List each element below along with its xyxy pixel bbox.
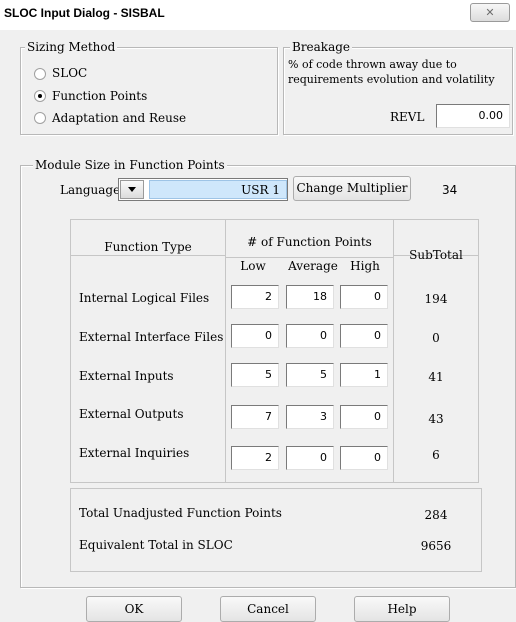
- module-size-legend: Module Size in Function Points: [33, 158, 227, 172]
- high-input-internal-logical-files[interactable]: 0: [340, 285, 388, 309]
- language-label: Language: [60, 183, 121, 197]
- low-input-external-inputs[interactable]: 5: [231, 363, 279, 387]
- average-input-external-inputs[interactable]: 5: [286, 363, 334, 387]
- sloc-total-label: Equivalent Total in SLOC: [79, 538, 233, 552]
- language-dropdown[interactable]: USR 1: [118, 178, 288, 201]
- ok-button[interactable]: OK: [86, 596, 182, 622]
- language-value: USR 1: [241, 183, 280, 197]
- low-input-external-outputs[interactable]: 7: [231, 405, 279, 429]
- average-input-external-inquiries[interactable]: 0: [286, 446, 334, 470]
- totals-box: [70, 488, 482, 572]
- high-input-external-interface-files[interactable]: 0: [340, 324, 388, 348]
- radio-adaptation-reuse[interactable]: [34, 112, 46, 124]
- row-name-external-inquiries: External Inquiries: [79, 446, 190, 460]
- window-title: SLOC Input Dialog - SISBAL: [4, 6, 165, 20]
- revl-input[interactable]: 0.00: [436, 104, 510, 128]
- multiplier-value: 34: [442, 183, 458, 197]
- high-input-external-inputs[interactable]: 1: [340, 363, 388, 387]
- header-subtotal: SubTotal: [409, 248, 463, 262]
- row-name-external-interface-files: External Interface Files: [79, 330, 224, 344]
- breakage-description-line2: requirements evolution and volatility: [288, 73, 495, 86]
- row-name-external-inputs: External Inputs: [79, 369, 174, 383]
- language-value-field: USR 1: [149, 180, 287, 199]
- average-input-internal-logical-files[interactable]: 18: [286, 285, 334, 309]
- table-col-sep-1: [225, 220, 226, 482]
- high-input-external-inquiries[interactable]: 0: [340, 446, 388, 470]
- table-header-separator: [71, 255, 226, 256]
- help-button[interactable]: Help: [354, 596, 450, 622]
- row-name-external-outputs: External Outputs: [79, 407, 184, 421]
- close-button[interactable]: ✕: [470, 3, 510, 22]
- header-high: High: [350, 259, 380, 273]
- header-low: Low: [240, 259, 266, 273]
- total-unadjusted-value: 284: [424, 508, 448, 522]
- high-input-external-outputs[interactable]: 0: [340, 405, 388, 429]
- total-unadjusted-label: Total Unadjusted Function Points: [79, 506, 282, 520]
- subtotal-external-interface-files: 0: [432, 331, 440, 345]
- low-input-internal-logical-files[interactable]: 2: [231, 285, 279, 309]
- subtotal-external-inquiries: 6: [432, 448, 440, 462]
- change-multiplier-button[interactable]: Change Multiplier: [293, 176, 411, 201]
- radio-adaptation-reuse-label: Adaptation and Reuse: [52, 111, 187, 125]
- radio-function-points[interactable]: [34, 90, 46, 102]
- cancel-button[interactable]: Cancel: [220, 596, 316, 622]
- header-fp: # of Function Points: [247, 235, 372, 249]
- radio-function-points-label: Function Points: [52, 89, 148, 103]
- close-icon: ✕: [485, 6, 495, 19]
- average-input-external-outputs[interactable]: 3: [286, 405, 334, 429]
- radio-sloc[interactable]: [34, 68, 46, 80]
- low-input-external-inquiries[interactable]: 2: [231, 446, 279, 470]
- sloc-total-value: 9656: [420, 539, 452, 553]
- sizing-method-legend: Sizing Method: [25, 40, 118, 54]
- header-average: Average: [288, 259, 338, 273]
- chevron-down-icon: [128, 187, 136, 192]
- subtotal-external-outputs: 43: [428, 412, 444, 426]
- subtotal-internal-logical-files: 194: [424, 292, 448, 306]
- low-input-external-interface-files[interactable]: 0: [231, 324, 279, 348]
- revl-label: REVL: [390, 110, 425, 124]
- radio-sloc-label: SLOC: [52, 66, 88, 80]
- header-function-type: Function Type: [104, 240, 192, 254]
- breakage-legend: Breakage: [290, 40, 353, 54]
- row-name-internal-logical-files: Internal Logical Files: [79, 291, 210, 305]
- table-header-separator-fp: [226, 257, 394, 258]
- subtotal-external-inputs: 41: [428, 370, 444, 384]
- average-input-external-interface-files[interactable]: 0: [286, 324, 334, 348]
- breakage-description-line1: % of code thrown away due to: [288, 58, 457, 71]
- dropdown-button[interactable]: [120, 180, 144, 199]
